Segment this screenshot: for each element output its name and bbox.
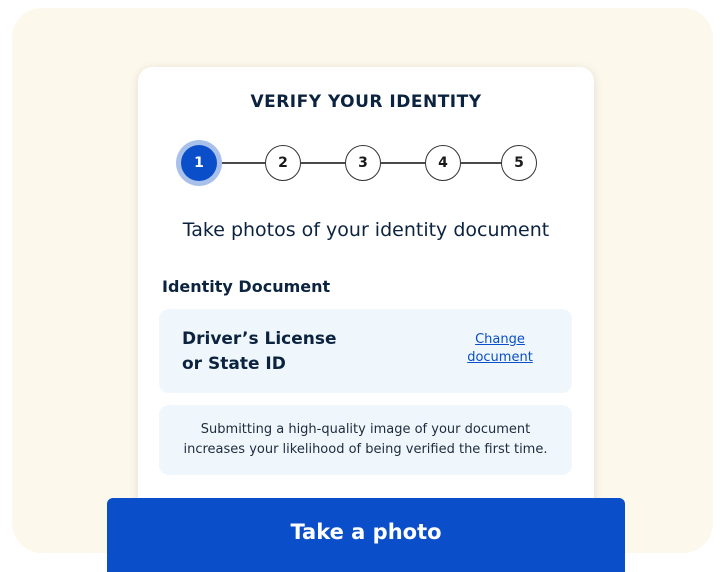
step-connector	[381, 162, 425, 164]
step-4: 4	[425, 145, 461, 181]
selected-document-panel: Driver’s License or State ID Change docu…	[159, 309, 572, 393]
progress-stepper: 1 2 3 4 5	[181, 143, 541, 183]
change-document-link[interactable]: Change document	[460, 331, 540, 367]
card-title: VERIFY YOUR IDENTITY	[250, 92, 482, 112]
step-connector	[461, 162, 505, 164]
step-3: 3	[345, 145, 381, 181]
step-5: 5	[501, 145, 537, 181]
step-2: 2	[265, 145, 301, 181]
step-connector	[217, 162, 265, 164]
take-photo-button[interactable]: Take a photo	[107, 498, 625, 572]
instruction-subtitle: Take photos of your identity document	[182, 219, 550, 241]
quality-tip: Submitting a high-quality image of your …	[159, 405, 572, 475]
verify-identity-card: VERIFY YOUR IDENTITY 1 2 3 4 5 Take phot…	[138, 67, 594, 537]
step-1: 1	[181, 145, 217, 181]
step-connector	[301, 162, 345, 164]
identity-document-label: Identity Document	[162, 277, 331, 296]
document-type: Driver’s License or State ID	[182, 329, 337, 374]
